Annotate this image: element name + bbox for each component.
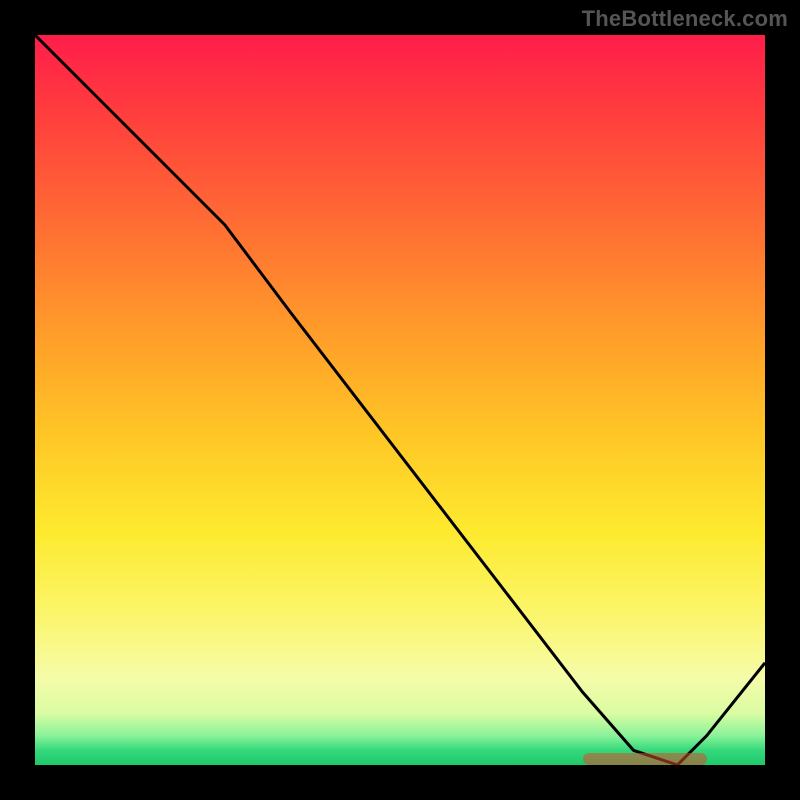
chart-frame: TheBottleneck.com [0, 0, 800, 800]
optimal-range-marker [583, 753, 707, 765]
watermark-text: TheBottleneck.com [582, 6, 788, 32]
bottleneck-curve [35, 35, 765, 765]
plot-area [35, 35, 765, 765]
